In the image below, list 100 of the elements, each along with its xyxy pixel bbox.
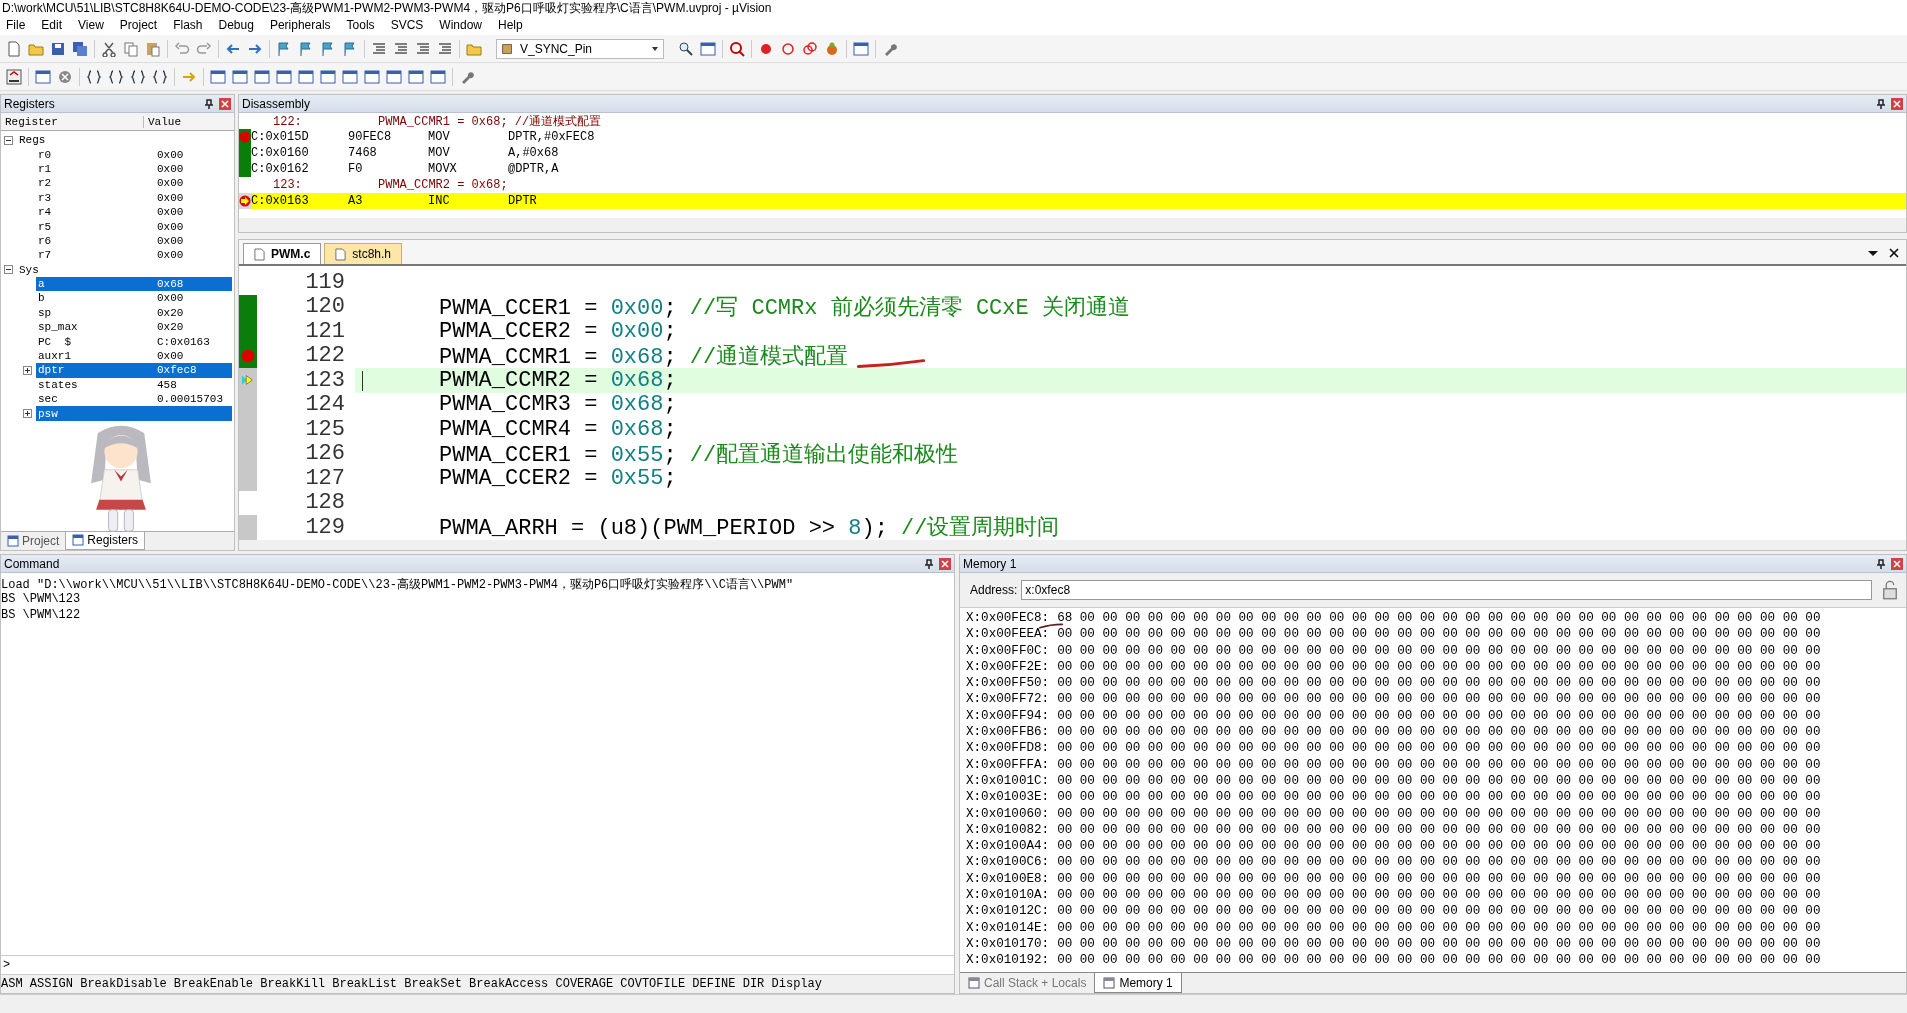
window-icon[interactable]: [342, 68, 358, 85]
menu-item[interactable]: Tools: [346, 18, 375, 32]
register-name: dptr: [37, 364, 66, 377]
file-tab[interactable]: PWM.c: [243, 243, 322, 264]
register-row[interactable]: r5 0x00: [36, 219, 232, 234]
memory-address: X:0x00FF72:: [966, 692, 1050, 709]
panel-tab[interactable]: Memory 1: [1094, 973, 1182, 993]
menu-item[interactable]: Flash: [173, 18, 203, 32]
braces-icon[interactable]: [108, 68, 124, 85]
register-row[interactable]: states 458: [36, 377, 232, 393]
register-row[interactable]: r6 0x00: [36, 233, 232, 249]
address-field[interactable]: x:0xfec8: [1021, 580, 1872, 600]
register-row[interactable]: r1 0x00: [36, 161, 232, 177]
window-icon[interactable]: [408, 68, 424, 85]
expander-icon[interactable]: [4, 135, 13, 145]
rings-icon[interactable]: [802, 40, 818, 57]
window-icon[interactable]: [232, 68, 248, 85]
window-icon[interactable]: [320, 68, 336, 85]
menu-item[interactable]: Peripherals: [269, 18, 331, 32]
ring-icon[interactable]: [780, 40, 796, 57]
register-row[interactable]: sp_max 0x20: [36, 320, 232, 335]
menu-item[interactable]: Debug: [218, 18, 254, 32]
register-row[interactable]: b 0x00: [36, 291, 232, 306]
lines-icon[interactable]: [393, 40, 409, 57]
stop-icon[interactable]: [57, 68, 73, 85]
window-icon[interactable]: [254, 68, 270, 85]
expander-icon[interactable]: [23, 365, 32, 375]
document-icon[interactable]: [6, 40, 22, 57]
magnifier-icon[interactable]: [678, 40, 694, 57]
lock-icon[interactable]: [1880, 580, 1900, 600]
debug-icon[interactable]: [729, 40, 745, 57]
flag-icon[interactable]: [320, 40, 336, 57]
target-dropdown[interactable]: V_SYNC_Pin: [496, 38, 664, 59]
register-row[interactable]: sp 0x20: [36, 305, 232, 321]
column-header[interactable]: Value: [144, 115, 181, 128]
pin-icon[interactable]: [1876, 98, 1886, 109]
tree-group[interactable]: Regs: [17, 134, 46, 147]
lines-icon[interactable]: [415, 40, 431, 57]
menu-item[interactable]: SVCS: [390, 18, 424, 32]
register-row[interactable]: auxr1 0x00: [36, 348, 232, 364]
register-row[interactable]: r2 0x00: [36, 176, 232, 191]
window-icon[interactable]: [853, 40, 869, 57]
register-value: 0xfec8: [157, 364, 197, 377]
flag-icon[interactable]: [342, 40, 358, 57]
register-row[interactable]: PC $ C:0x0163: [36, 334, 232, 349]
pin-icon[interactable]: [924, 558, 934, 569]
memory-address: X:0x010192:: [966, 953, 1050, 970]
braces-icon[interactable]: [130, 68, 146, 85]
window-icon[interactable]: [276, 68, 292, 85]
selected-register-row[interactable]: a 0x68: [36, 276, 232, 292]
undo-icon[interactable]: [174, 40, 190, 57]
tree-group[interactable]: Sys: [17, 263, 39, 276]
paste-icon[interactable]: [145, 40, 161, 57]
window-icon[interactable]: [430, 68, 446, 85]
register-row[interactable]: sec 0.00015703: [36, 392, 232, 407]
reset-icon[interactable]: [6, 68, 22, 85]
menu-item[interactable]: Edit: [41, 18, 63, 32]
panel-tab[interactable]: Registers: [65, 531, 146, 550]
window-icon[interactable]: [700, 40, 716, 57]
lines-icon[interactable]: [371, 40, 387, 57]
expander-icon[interactable]: [23, 409, 32, 419]
expander-icon[interactable]: [4, 265, 13, 275]
disks-icon[interactable]: [72, 40, 88, 57]
menu-item[interactable]: Project: [119, 18, 158, 32]
selected-register-row[interactable]: dptr 0xfec8: [36, 363, 232, 378]
register-row[interactable]: r0 0x00: [36, 147, 232, 162]
window-icon[interactable]: [35, 68, 51, 85]
column-header[interactable]: Register: [1, 115, 144, 128]
flag-icon[interactable]: [298, 40, 314, 57]
memory-address: X:0x0100E8:: [966, 871, 1050, 888]
window-icon[interactable]: [364, 68, 380, 85]
memory-bytes: 00 00 00 00 00 00 00 00 00 00 00 00 00 00 00 00 00 00 00 00 00 00 00 00 00 00 00 00 00 00 00 00 00 00: [1057, 953, 1821, 970]
register-name: PC $: [37, 335, 72, 348]
redo-icon[interactable]: [196, 40, 212, 57]
panel-tab[interactable]: Call Stack + Locals: [960, 973, 1095, 993]
file-tab[interactable]: stc8h.h: [324, 243, 403, 264]
copy-icon[interactable]: [123, 40, 139, 57]
window-icon[interactable]: [298, 68, 314, 85]
panel-tab[interactable]: Project: [1, 531, 66, 550]
register-row[interactable]: r4 0x00: [36, 204, 232, 220]
braces-icon[interactable]: [86, 68, 102, 85]
menu-item[interactable]: Help: [498, 18, 523, 32]
command-input-field[interactable]: >: [1, 955, 954, 975]
braces-icon[interactable]: [152, 68, 168, 85]
memory-address: X:0x01001C:: [966, 773, 1050, 790]
pin-icon[interactable]: [204, 98, 214, 109]
menu-item[interactable]: View: [78, 18, 104, 32]
register-row[interactable]: r3 0x00: [36, 190, 232, 205]
window-icon[interactable]: [386, 68, 402, 85]
pin-icon[interactable]: [1876, 558, 1886, 569]
register-row[interactable]: r7 0x00: [36, 248, 232, 263]
flag-icon[interactable]: [276, 40, 292, 57]
selected-register-row[interactable]: psw: [36, 406, 232, 421]
menu-item[interactable]: File: [6, 18, 26, 32]
window-icon[interactable]: [210, 68, 226, 85]
menu-item[interactable]: Window: [439, 18, 482, 32]
scissors-icon[interactable]: [101, 40, 117, 57]
close-icon[interactable]: [1888, 247, 1900, 259]
lines-icon[interactable]: [437, 40, 453, 57]
register-name: r2: [37, 177, 53, 190]
